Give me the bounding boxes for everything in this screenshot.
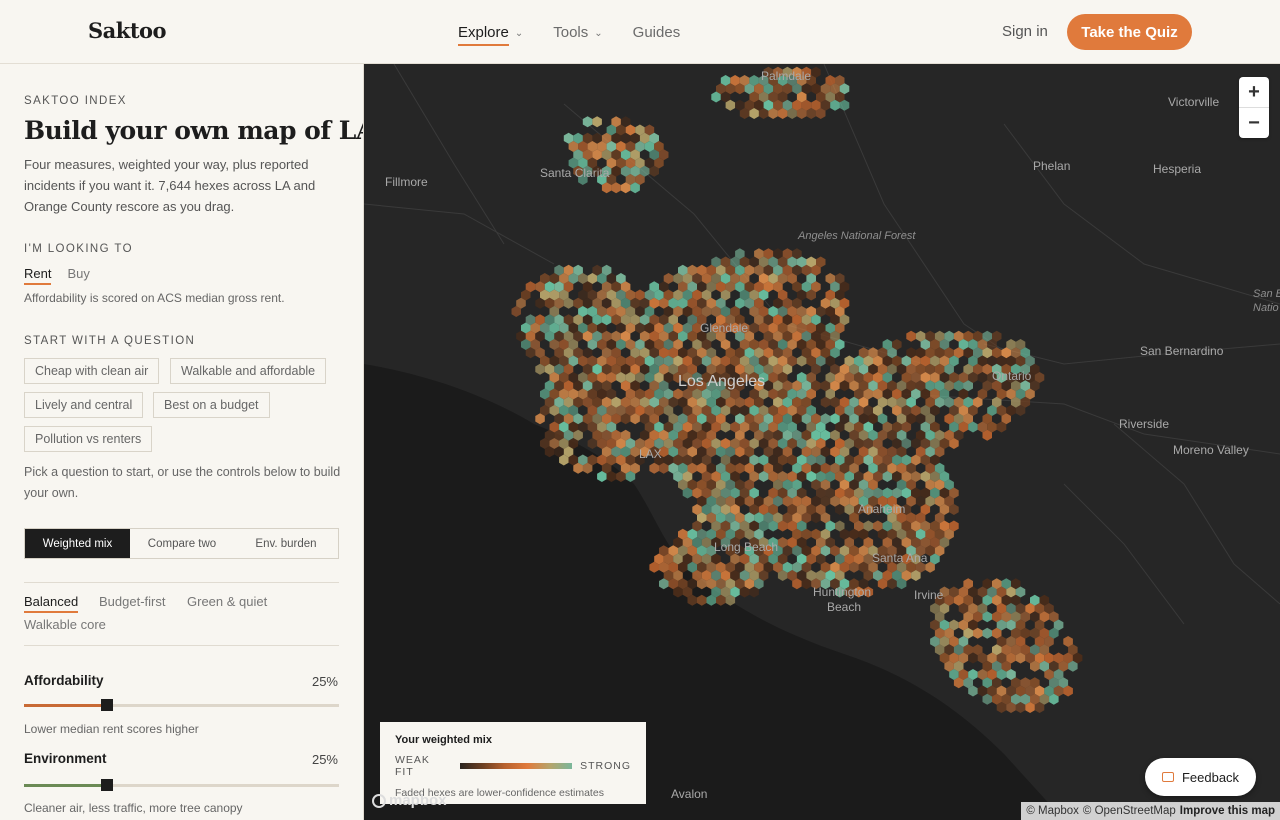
legend-weak-label: WEAK FIT [395, 754, 430, 778]
place-label: Hesperia [1153, 162, 1202, 176]
place-label: Anaheim [858, 502, 906, 516]
divider [24, 582, 339, 583]
question-chip[interactable]: Walkable and affordable [170, 358, 327, 384]
question-chip[interactable]: Best on a budget [153, 392, 270, 418]
index-eyebrow: SAKTOO INDEX [24, 95, 127, 107]
place-label: Fillmore [385, 175, 428, 189]
nav-guides[interactable]: Guides [633, 0, 681, 64]
preset-budget-first[interactable]: Budget-first [99, 594, 165, 609]
affordability-slider[interactable] [24, 699, 339, 711]
tab-rent[interactable]: Rent [24, 266, 52, 285]
view-mode-toggle: Weighted mix Compare two Env. burden [24, 528, 339, 559]
map-canvas[interactable]: Palmdale Victorville Santa Clarita Fillm… [364, 64, 1280, 820]
legend-title: Your weighted mix [395, 734, 492, 746]
view-compare-two[interactable]: Compare two [130, 529, 234, 558]
map-background [364, 64, 1280, 820]
environment-slider-thumb[interactable] [100, 779, 113, 791]
place-label: Phelan [1033, 159, 1071, 173]
place-label: Long Beach [714, 540, 779, 554]
place-label: LAX [639, 447, 662, 461]
place-label: Palmdale [761, 69, 812, 83]
place-label: Beach [827, 600, 862, 614]
mode-tabs: Rent Buy [24, 266, 90, 285]
affordability-slider-fill [24, 704, 107, 707]
nav-guides-label: Guides [632, 23, 681, 41]
affordability-slider-thumb[interactable] [100, 699, 113, 711]
place-label: Moreno Valley [1173, 443, 1249, 457]
attribution-osm[interactable]: © OpenStreetMap [1083, 805, 1176, 817]
view-env-burden[interactable]: Env. burden [234, 529, 338, 558]
place-label: Riverside [1119, 417, 1170, 431]
hex-cell[interactable] [982, 627, 993, 639]
sign-in-link[interactable]: Sign in [1002, 23, 1048, 40]
sidebar: SAKTOO INDEX Build your own map of LA Fo… [0, 64, 364, 820]
logo[interactable]: Saktoo [88, 18, 167, 43]
legend-scale: WEAK FIT STRONG [395, 754, 631, 778]
place-label: Los Angeles [678, 373, 766, 390]
question-chip[interactable]: Lively and central [24, 392, 144, 418]
page-description: Four measures, weighted your way, plus r… [24, 157, 316, 214]
preset-balanced[interactable]: Balanced [24, 594, 79, 613]
tab-buy[interactable]: Buy [67, 266, 89, 285]
preset-green-quiet[interactable]: Green & quiet [187, 594, 267, 609]
environment-label: Environment [24, 751, 107, 766]
place-label: Ontario [992, 369, 1032, 383]
nav-explore[interactable]: Explore ⌄ [458, 0, 523, 64]
place-label: Santa Clarita [540, 166, 610, 180]
place-label: San B [1253, 288, 1280, 300]
environment-slider-fill [24, 784, 107, 787]
mapbox-wordmark: mapbox [389, 792, 447, 809]
question-chip[interactable]: Pollution vs renters [24, 426, 153, 452]
chevron-down-icon: ⌄ [514, 27, 524, 39]
place-label: Victorville [1168, 95, 1220, 109]
legend-gradient [460, 763, 573, 769]
nav-tools-label: Tools [553, 23, 589, 41]
view-weighted-mix[interactable]: Weighted mix [25, 529, 130, 558]
main-nav: Explore ⌄ Tools ⌄ Guides [458, 0, 680, 64]
top-header: Saktoo Explore ⌄ Tools ⌄ Guides Sign in … [0, 0, 1280, 64]
place-label: Avalon [671, 787, 708, 801]
feedback-button[interactable]: Feedback [1145, 758, 1256, 796]
looking-label: I'M LOOKING TO [24, 243, 133, 255]
place-label: Natio [1253, 302, 1279, 314]
zoom-out-button[interactable]: − [1239, 108, 1269, 138]
chat-bubble-icon [1161, 772, 1174, 782]
improve-map-link[interactable]: Improve this map [1180, 805, 1275, 817]
affordability-hint: Lower median rent scores higher [24, 722, 199, 736]
place-label: Huntington [813, 585, 872, 599]
mode-hint: Affordability is scored on ACS median gr… [24, 291, 285, 305]
zoom-in-button[interactable]: + [1239, 77, 1269, 107]
zoom-control: + − [1239, 77, 1269, 138]
hex-cell[interactable] [592, 116, 602, 128]
feedback-label: Feedback [1181, 769, 1240, 785]
hex-cell[interactable] [906, 330, 916, 342]
environment-slider[interactable] [24, 779, 339, 791]
preset-walkable-core[interactable]: Walkable core [24, 617, 106, 632]
affordability-value: 25% [311, 674, 338, 689]
chevron-down-icon: ⌄ [594, 27, 603, 39]
nav-explore-label: Explore [458, 24, 509, 46]
divider [24, 645, 339, 646]
mapbox-icon [372, 793, 386, 808]
take-quiz-button[interactable]: Take the Quiz [1067, 14, 1192, 50]
hex-cell[interactable] [582, 116, 593, 128]
place-label: Irvine [914, 588, 944, 602]
place-label: Angeles National Forest [798, 230, 916, 242]
map-attribution: © Mapbox © OpenStreetMap Improve this ma… [1021, 802, 1280, 820]
pick-hint: Pick a question to start, or use the con… [24, 465, 341, 500]
place-label: Santa Ana [872, 551, 928, 565]
legend-strong-label: STRONG [580, 760, 631, 772]
question-chip[interactable]: Cheap with clean air [24, 358, 160, 384]
mapbox-logo[interactable]: mapbox [372, 792, 447, 809]
nav-tools[interactable]: Tools ⌄ [553, 0, 602, 64]
environment-value: 25% [311, 752, 338, 767]
page-title: Build your own map of LA [24, 116, 364, 145]
affordability-label: Affordability [24, 673, 104, 688]
place-label: San Bernardino [1140, 344, 1224, 358]
environment-hint: Cleaner air, less traffic, more tree can… [24, 801, 243, 815]
question-label: START WITH A QUESTION [24, 335, 196, 347]
place-label: Glendale [700, 321, 749, 335]
attribution-mapbox[interactable]: © Mapbox [1026, 805, 1079, 817]
